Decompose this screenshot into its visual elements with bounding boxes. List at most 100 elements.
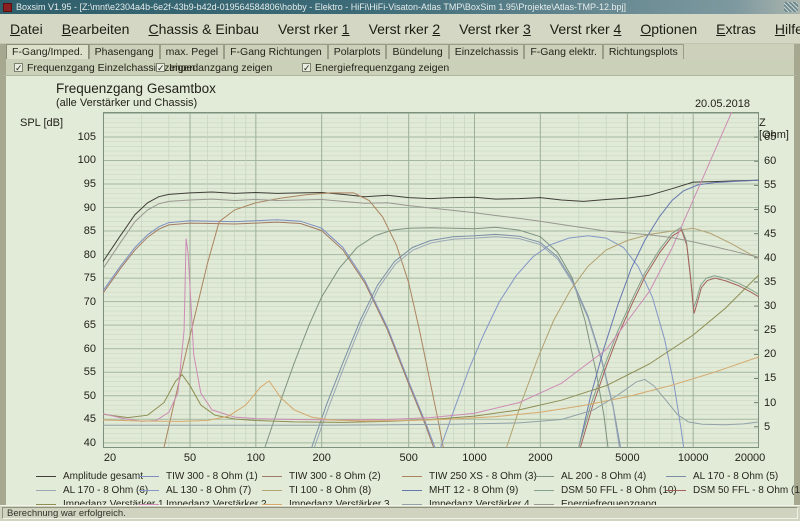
legend-item-al170-6: AL 170 - 8 Ohm (6) [36, 484, 148, 496]
x-tick-label: 10000 [677, 452, 709, 464]
x-tick-label: 100 [246, 452, 266, 464]
chart-title: Frequenzgang Gesamtbox [56, 81, 216, 96]
legend-label-amplitude-gesamt: Amplitude gesamt [63, 470, 144, 482]
y-left-tick-label: 65 [83, 319, 96, 332]
y-right-tick-label: 55 [764, 179, 777, 192]
legend-label-al170-6: AL 170 - 8 Ohm (6) [63, 484, 149, 496]
legend-swatch-ti100-8 [262, 489, 282, 491]
menu-bar: Datei Bearbeiten Chassis & Einbau Verst rke… [0, 14, 800, 44]
y-left-tick-label: 60 [83, 342, 96, 355]
y-right-tick-label: 35 [764, 275, 777, 288]
checkbox-freq-einzelchassis[interactable]: ✓ [14, 63, 23, 73]
legend-label-al170-5: AL 170 - 8 Ohm (5) [693, 470, 779, 482]
menu-item-verstaerker-1[interactable]: Verst rker 1 [272, 19, 356, 39]
tab-polarplots[interactable]: Polarplots [327, 44, 387, 59]
legend-label-al200-4: AL 200 - 8 Ohm (4) [561, 470, 647, 482]
x-tick-label: 5000 [615, 452, 640, 464]
tab-max-pegel[interactable]: max. Pegel [159, 44, 225, 59]
checkbox-energiefrequenzgang[interactable]: ✓ [302, 63, 311, 73]
y-left-tick-label: 90 [83, 201, 96, 214]
y-right-tick-label: 25 [764, 324, 777, 337]
legend-swatch-dsm50-11 [666, 489, 686, 491]
menu-item-bearbeiten[interactable]: Bearbeiten [56, 19, 136, 39]
legend-item-dsm50-10: DSM 50 FFL - 8 Ohm (10) [534, 484, 677, 496]
x-tick-label: 500 [399, 452, 418, 464]
y-right-tick-label: 50 [764, 203, 777, 216]
checkbox-row: ✓ Frequenzgang Einzelchassis zeigen ✓ Imped… [0, 59, 800, 76]
y-left-tick-label: 105 [77, 130, 96, 143]
legend-item-tiw300-1: TIW 300 - 8 Ohm (1) [139, 470, 258, 482]
tab-buendelung[interactable]: Bündelung [386, 44, 449, 59]
legend-item-mht12-9: MHT 12 - 8 Ohm (9) [402, 484, 518, 496]
tab-fgang-imped[interactable]: F-Gang/Imped. [6, 44, 89, 59]
legend-swatch-al130-7 [139, 489, 159, 491]
y-left-tick-label: 95 [83, 178, 96, 190]
chart-panel: Frequenzgang Gesamtbox (alle Verstärker … [0, 76, 800, 510]
legend-label-al130-7: AL 130 - 8 Ohm (7) [166, 484, 252, 496]
tab-fgang-richtungen[interactable]: F-Gang Richtungen [224, 44, 328, 59]
checkbox-item-energiefrequenzgang: ✓ Energiefrequenzgang zeigen [302, 61, 449, 74]
chart-date: 20.05.2018 [694, 98, 750, 110]
titlebar-grip-icon[interactable] [784, 2, 798, 12]
window-title: Boxsim V1.95 - [Z:\mnt\e2304a4b-6e2f-43b… [16, 2, 626, 12]
legend-swatch-tiw300-1 [139, 475, 159, 477]
tab-bar: F-Gang/Imped. Phasengang max. Pegel F-Gang … [0, 44, 800, 59]
x-tick-label: 20 [103, 452, 117, 464]
y-right-tick-label: 20 [764, 348, 777, 361]
checkbox-item-impedanzgang: ✓ Impedanzgang zeigen [156, 61, 272, 74]
legend-label-tiw300-2: TIW 300 - 8 Ohm (2) [289, 470, 381, 482]
tab-einzelchassis[interactable]: Einzelchassis [448, 44, 525, 59]
app-window: Boxsim V1.95 - [Z:\mnt\e2304a4b-6e2f-43b… [0, 0, 800, 521]
x-tick-label: 200 [312, 452, 331, 464]
app-icon [3, 2, 12, 12]
tab-fgang-elektr[interactable]: F-Gang elektr. [524, 44, 603, 59]
menu-item-verstaerker-2[interactable]: Verst rker 2 [363, 19, 447, 39]
y-right-tick-label: 45 [764, 227, 777, 240]
legend-item-al200-4: AL 200 - 8 Ohm (4) [534, 470, 646, 482]
legend-swatch-dsm50-10 [534, 489, 554, 491]
legend-swatch-mht12-9 [402, 489, 422, 491]
checkbox-impedanzgang[interactable]: ✓ [156, 63, 165, 73]
legend-item-ti100-8: TI 100 - 8 Ohm (8) [262, 484, 371, 496]
menu-item-verstaerker-4[interactable]: Verst rker 4 [544, 19, 628, 39]
legend-label-tiw300-1: TIW 300 - 8 Ohm (1) [166, 470, 258, 482]
legend-item-tiw300-2: TIW 300 - 8 Ohm (2) [262, 470, 381, 482]
legend-swatch-al170-6 [36, 489, 56, 491]
legend-label-mht12-9: MHT 12 - 8 Ohm (9) [429, 484, 519, 496]
plot-frame [103, 112, 759, 448]
legend-swatch-amplitude-gesamt [36, 475, 56, 477]
plot-canvas [103, 112, 759, 448]
x-tick-label: 20000 [734, 452, 766, 464]
y-left-tick-label: 85 [83, 225, 96, 238]
y-left-tick-label: 100 [77, 154, 96, 167]
y-left-tick-label: 50 [83, 389, 96, 402]
menu-item-verstaerker-3[interactable]: Verst rker 3 [453, 19, 537, 39]
menu-item-hilfe[interactable]: Hilfe [769, 19, 800, 39]
y-right-tick-label: 65 [764, 131, 777, 144]
menu-item-datei[interactable]: Datei [4, 19, 49, 39]
x-tick-label: 2000 [528, 452, 553, 464]
y-left-tick-label: 75 [83, 272, 96, 285]
checkbox-label-energiefrequenzgang: Energiefrequenzgang zeigen [315, 61, 450, 74]
window-titlebar[interactable]: Boxsim V1.95 - [Z:\mnt\e2304a4b-6e2f-43b… [0, 0, 800, 14]
menu-item-extras[interactable]: Extras [710, 19, 762, 39]
menu-item-chassis-einbau[interactable]: Chassis & Einbau [142, 19, 265, 39]
x-tick-label: 1000 [462, 452, 487, 464]
tab-richtungsplots[interactable]: Richtungsplots [602, 44, 684, 59]
legend-label-dsm50-11: DSM 50 FFL - 8 Ohm (11) [693, 484, 800, 496]
status-bar: Berechnung war erfolgreich. [0, 505, 800, 521]
legend-label-tiw250xs-3: TIW 250 XS - 8 Ohm (3) [429, 470, 537, 482]
legend-swatch-tiw250xs-3 [402, 475, 422, 477]
legend-item-tiw250xs-3: TIW 250 XS - 8 Ohm (3) [402, 470, 537, 482]
y-left-tick-label: 55 [83, 366, 96, 379]
y-right-tick-label: 60 [764, 155, 777, 168]
series-tiw300-1 [103, 219, 436, 448]
tab-phasengang[interactable]: Phasengang [88, 44, 160, 59]
y-right-tick-label: 30 [764, 300, 777, 313]
legend-item-dsm50-11: DSM 50 FFL - 8 Ohm (11) [666, 484, 800, 496]
chart-subtitle: (alle Verstärker und Chassis) [56, 97, 198, 109]
y-right-tick-label: 5 [764, 420, 771, 433]
x-tick-label: 50 [183, 452, 197, 464]
series-impedanz-verstaerker-3 [103, 356, 759, 422]
menu-item-optionen[interactable]: Optionen [634, 19, 703, 39]
